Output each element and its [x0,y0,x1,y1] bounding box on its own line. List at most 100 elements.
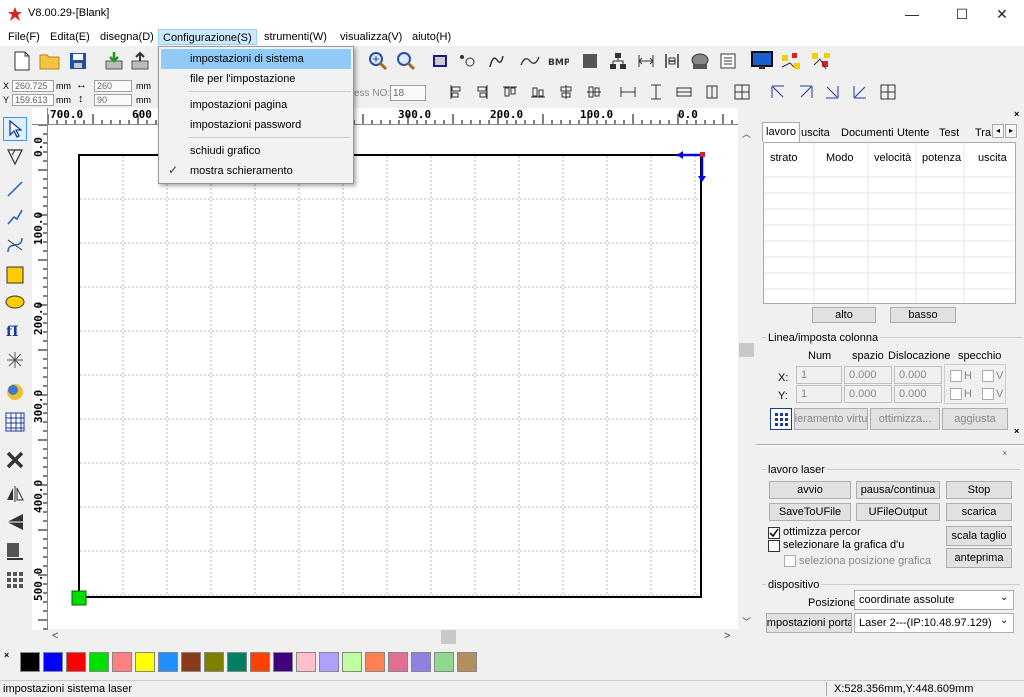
position-select[interactable]: coordinate assolute [854,590,1014,610]
save-to-ufile-button[interactable]: SaveToUFile [769,503,851,521]
fill-rect-icon[interactable] [578,49,602,73]
node-edit-icon[interactable] [456,49,480,73]
align-left-icon[interactable] [444,80,468,104]
menu-help[interactable]: aiuto(H) [408,29,455,45]
array-y-space[interactable]: 0.000 [844,385,892,403]
array-y-num[interactable]: 1 [796,385,842,403]
polyline-tool-icon[interactable] [3,205,27,229]
align-bottom-icon[interactable] [526,80,550,104]
optimize-array-button[interactable]: ottimizza... [870,408,940,430]
array-grid-icon[interactable] [770,408,792,430]
bitmap-tool-icon[interactable] [3,380,27,404]
select-graphic-checkbox[interactable] [768,540,780,552]
ufile-output-button[interactable]: UFileOutput [856,503,940,521]
close-button[interactable]: ✕ [980,0,1024,28]
color-swatch[interactable] [158,652,178,672]
color-swatch[interactable] [43,652,63,672]
height-input[interactable] [94,94,132,106]
optimize-path-checkbox[interactable] [768,527,780,539]
node-pattern-icon[interactable] [780,49,804,73]
tab-test[interactable]: Test [936,124,962,142]
equal-size-icon[interactable] [672,80,696,104]
color-swatch[interactable] [112,652,132,672]
menu-draw[interactable]: disegna(D) [96,29,158,45]
color-swatch[interactable] [388,652,408,672]
mirror-v-icon[interactable] [3,510,27,534]
node-tool-icon[interactable] [3,145,27,169]
color-swatch[interactable] [434,652,454,672]
minimize-button[interactable]: — [890,0,934,28]
import-icon[interactable] [102,49,126,73]
work-area[interactable] [48,125,738,629]
equal-height-icon[interactable] [644,80,668,104]
menu-view[interactable]: visualizza(V) [336,29,406,45]
tree-icon[interactable] [606,49,630,73]
color-swatch[interactable] [365,652,385,672]
text-tool-icon[interactable]: fI [3,318,27,342]
array-x-disloc[interactable]: 0.000 [894,366,942,384]
horizontal-scroll-thumb[interactable] [441,630,456,644]
color-swatch[interactable] [20,652,40,672]
scale-cut-button[interactable]: scala taglio [946,526,1012,546]
line-tool-icon[interactable] [3,177,27,201]
color-swatch[interactable] [319,652,339,672]
zoom-out-icon[interactable] [394,49,418,73]
move-down-button[interactable]: basso [890,307,956,323]
color-swatch[interactable] [89,652,109,672]
mirror-h-icon[interactable] [3,482,27,506]
rotate-tool-icon[interactable] [3,539,27,563]
laser-head-icon[interactable] [688,49,712,73]
laser-chevron-down-icon[interactable]: ⌄ [1000,615,1008,626]
curve-icon[interactable] [518,49,542,73]
tab-lavoro[interactable]: lavoro [762,122,800,142]
menu-file[interactable]: File(F) [4,29,44,45]
property-list-icon[interactable] [716,49,740,73]
position-chevron-down-icon[interactable]: ⌄ [1000,592,1008,603]
tab-uscita[interactable]: uscita [798,124,833,142]
drawing-canvas[interactable] [48,125,738,629]
rectangle-tool-icon[interactable] [3,263,27,287]
grid-view-icon[interactable] [3,568,27,592]
move-up-button[interactable]: alto [812,307,876,323]
open-folder-icon[interactable] [38,49,62,73]
color-swatch[interactable] [296,652,316,672]
array-y-disloc[interactable]: 0.000 [894,385,942,403]
horizontal-scrollbar[interactable]: < > [48,629,738,645]
smooth-icon[interactable] [484,49,508,73]
array-x-space[interactable]: 0.000 [844,366,892,384]
mirror-y-h-checkbox[interactable] [950,388,962,400]
new-file-icon[interactable] [10,49,34,73]
dot-tool-icon[interactable] [3,348,27,372]
preview-button[interactable]: anteprima [946,548,1012,568]
align-hcenter-icon[interactable] [554,80,578,104]
array-x-num[interactable]: 1 [796,366,842,384]
scroll-up-icon[interactable]: ︿ [742,127,751,140]
menu-item-system-settings[interactable]: impostazioni di sistema [161,49,351,69]
menu-tools[interactable]: strumenti(W) [260,29,331,45]
port-settings-button[interactable]: impostazioni porta [766,613,852,633]
tab-documenti[interactable]: Documenti [838,124,897,142]
arrange-tr-icon[interactable] [794,80,818,104]
adjust-array-button[interactable]: aggiusta [942,408,1008,430]
vertical-scroll-thumb[interactable] [739,343,754,357]
align-right-icon[interactable] [470,80,494,104]
arrange-bl-icon[interactable] [848,80,872,104]
tab-utente[interactable]: Utente [894,124,932,142]
color-swatch[interactable] [181,652,201,672]
tab-scroll-right-icon[interactable]: ▸ [1005,124,1017,138]
scroll-left-icon[interactable]: < [52,630,58,642]
menu-configuration[interactable]: Configurazione(S) [158,29,257,45]
tab-scroll-left-icon[interactable]: ◂ [992,124,1004,138]
panel-close-icon[interactable]: × [1014,109,1019,119]
panel-splitter[interactable] [756,444,1024,446]
menu-edit[interactable]: Edita(E) [46,29,94,45]
menu-item-settings-file[interactable]: file per l'impostazione [161,69,351,89]
menu-item-password-settings[interactable]: impostazioni password [161,115,351,135]
group-icon[interactable] [700,80,724,104]
curve-tool-icon[interactable] [3,233,27,257]
color-swatch[interactable] [204,652,224,672]
start-button[interactable]: avvio [769,481,851,499]
color-swatch[interactable] [342,652,362,672]
node-pattern2-icon[interactable] [810,49,834,73]
save-icon[interactable] [66,49,90,73]
